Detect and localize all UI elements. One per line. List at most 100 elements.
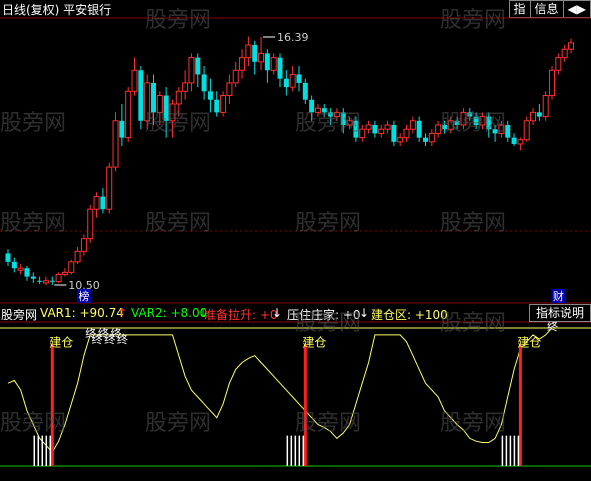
candle-body bbox=[365, 124, 372, 130]
candle-body bbox=[384, 124, 391, 130]
candle-body bbox=[302, 82, 308, 100]
candle-body bbox=[182, 82, 189, 92]
candle-body bbox=[353, 120, 359, 138]
candle-body bbox=[435, 124, 442, 134]
candle-body bbox=[37, 280, 43, 282]
candle-body bbox=[87, 208, 94, 240]
candle-body bbox=[131, 69, 138, 92]
candle-body bbox=[289, 73, 296, 88]
candle-body bbox=[460, 111, 467, 126]
candle-body bbox=[156, 95, 163, 113]
candle-body bbox=[144, 82, 151, 122]
candle-body bbox=[423, 137, 429, 142]
indicator-legend: 股旁网 VAR1: +90.74 ↑ VAR2: +8.00 ↓ 准备拉升: +… bbox=[0, 304, 591, 322]
jiancang-label: 建仓 bbox=[517, 336, 541, 350]
candle-body bbox=[283, 78, 289, 88]
candle-body bbox=[112, 120, 119, 168]
candle-body bbox=[258, 52, 265, 63]
candle-body bbox=[568, 42, 574, 50]
candle-body bbox=[74, 250, 81, 263]
candle-body bbox=[409, 120, 416, 130]
candle-body bbox=[232, 69, 239, 84]
candle-body bbox=[264, 53, 270, 71]
marker-label: 财 bbox=[553, 289, 564, 303]
legend-var1-arrow: ↑ bbox=[117, 306, 128, 320]
legend-var2: VAR2: +8.00 bbox=[131, 306, 208, 320]
legend-zhunbei: 准备拉升: +0 bbox=[204, 308, 278, 322]
legend-yazhu-arrow: ↓ bbox=[359, 306, 370, 320]
var1-line bbox=[7, 327, 565, 454]
candle-body bbox=[333, 111, 340, 118]
candle-body bbox=[321, 108, 327, 113]
candle-body bbox=[214, 99, 220, 113]
candle-body bbox=[397, 137, 404, 143]
candle-body bbox=[175, 90, 182, 105]
candle-body bbox=[80, 238, 87, 252]
legend-zhunbei-arrow: ↓ bbox=[272, 306, 283, 320]
candle-body bbox=[403, 128, 410, 139]
candle-body bbox=[492, 129, 498, 134]
candle-body bbox=[309, 99, 315, 113]
candle-body bbox=[314, 107, 321, 113]
chart-canvas: 16.3910.50榜 财建仓 建仓 建仓终终终终终终终 bbox=[0, 17, 591, 467]
legend-jiancang: 建仓区: +100 bbox=[371, 308, 448, 322]
candle-body bbox=[359, 128, 366, 139]
candle-body bbox=[479, 116, 486, 126]
candle-body bbox=[549, 69, 556, 97]
legend-yazhu: 压住庄家: +0 bbox=[287, 308, 361, 322]
candle-body bbox=[517, 139, 524, 145]
candle-body bbox=[252, 45, 258, 62]
jiancang-label: 建仓 bbox=[302, 336, 326, 350]
candle-body bbox=[270, 57, 277, 71]
candle-body bbox=[42, 280, 49, 284]
candle-body bbox=[17, 267, 24, 271]
candle-body bbox=[498, 124, 505, 134]
legend-var1: VAR1: +90.74 bbox=[40, 306, 124, 320]
candle-body bbox=[467, 112, 473, 117]
candle-body bbox=[119, 120, 125, 138]
price-annotation: 16.39 bbox=[277, 31, 309, 44]
candle-body bbox=[138, 70, 144, 121]
candle-body bbox=[100, 196, 106, 210]
legend-name: 股旁网 bbox=[1, 308, 38, 322]
jiancang-label: 建仓 bbox=[49, 336, 73, 350]
candle-body bbox=[378, 128, 385, 134]
candle-body bbox=[163, 95, 169, 121]
candle-body bbox=[125, 90, 132, 139]
candle-body bbox=[150, 82, 156, 113]
candle-body bbox=[207, 91, 213, 100]
candle-body bbox=[416, 120, 422, 138]
indicator-help-button[interactable]: 指标说明 bbox=[528, 304, 591, 322]
candle-body bbox=[195, 57, 201, 75]
candle-body bbox=[68, 261, 75, 273]
candle-body bbox=[24, 268, 30, 277]
candle-body bbox=[447, 120, 454, 130]
candle-body bbox=[5, 253, 11, 262]
candle-body bbox=[473, 116, 479, 125]
candle-body bbox=[536, 112, 542, 117]
candle-body bbox=[169, 103, 176, 122]
marker-label: 榜 bbox=[78, 289, 89, 303]
candle-body bbox=[346, 120, 353, 126]
candle-body bbox=[49, 280, 55, 282]
candle-body bbox=[11, 261, 17, 269]
candle-body bbox=[201, 74, 207, 92]
candle-body bbox=[561, 48, 568, 59]
candle-body bbox=[441, 125, 447, 130]
candle-body bbox=[530, 111, 537, 122]
candle-body bbox=[239, 57, 246, 71]
candle-body bbox=[340, 112, 346, 125]
candle-body bbox=[555, 57, 562, 71]
candle-body bbox=[486, 116, 492, 130]
candle-body bbox=[106, 166, 113, 210]
candle-body bbox=[226, 82, 233, 97]
candle-body bbox=[245, 44, 252, 59]
candle-body bbox=[505, 125, 511, 138]
candle-body bbox=[542, 95, 549, 118]
candle-body bbox=[277, 57, 283, 79]
candle-body bbox=[296, 74, 302, 83]
candle-body bbox=[391, 125, 397, 142]
candle-body bbox=[93, 196, 100, 210]
candle-body bbox=[61, 271, 68, 275]
candle-body bbox=[511, 137, 517, 144]
